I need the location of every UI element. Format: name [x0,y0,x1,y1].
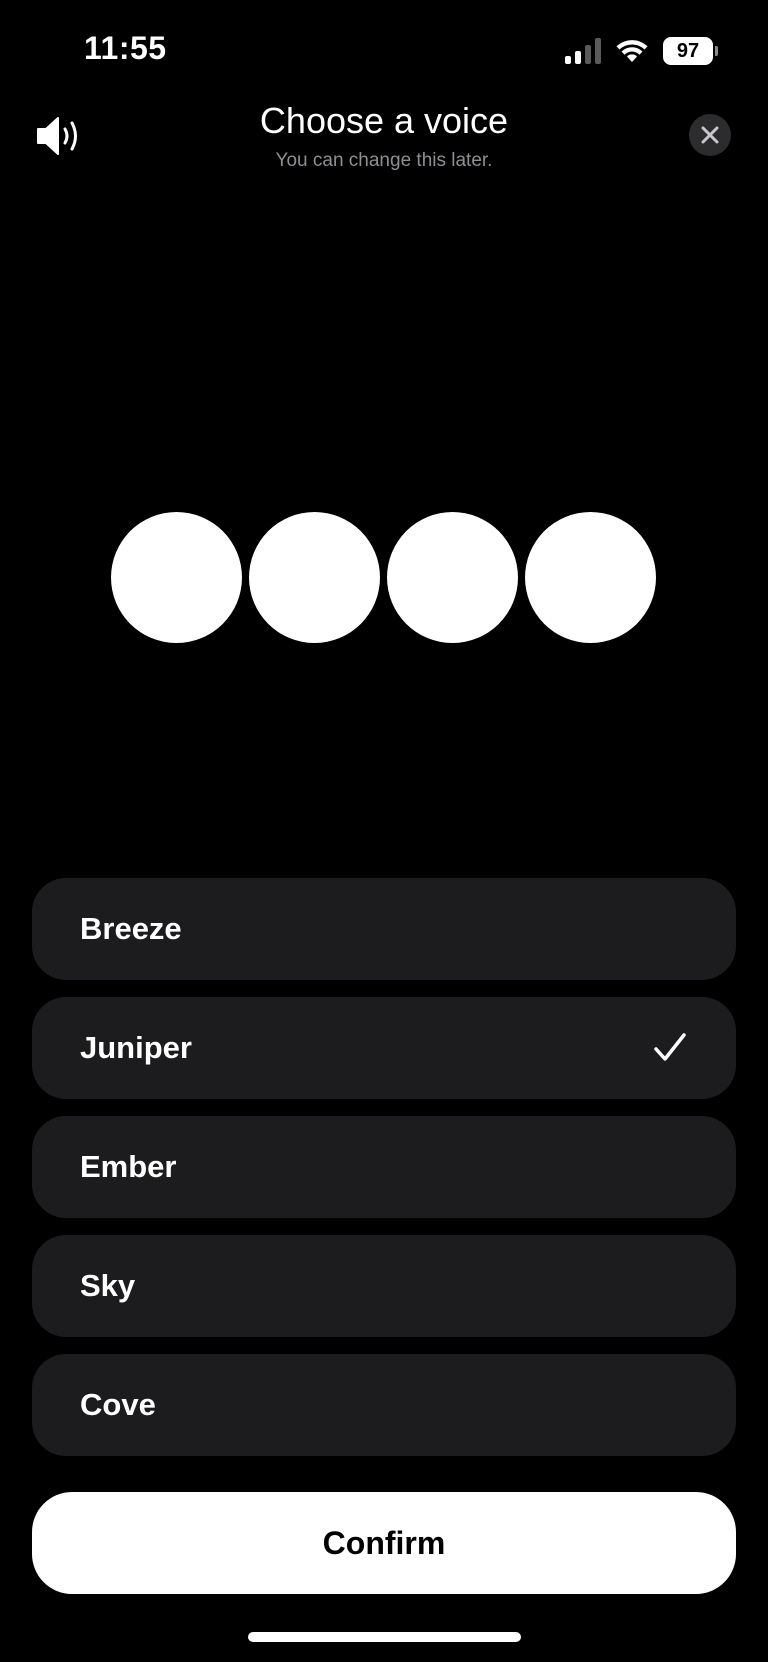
visualizer-circle [111,512,242,643]
visualizer-circle [525,512,656,643]
cellular-signal-icon [565,38,601,64]
home-indicator[interactable] [248,1632,521,1642]
voice-option-breeze[interactable]: Breeze [32,878,736,980]
status-time: 11:55 [84,30,167,66]
voice-option-label: Sky [80,1268,136,1303]
battery-icon: 97 [663,37,718,65]
voice-option-cove[interactable]: Cove [32,1354,736,1456]
voice-picker-screen: 11:55 97 Choose a voice You can change t… [0,0,768,1662]
checkmark-icon [654,1033,686,1061]
battery-level: 97 [663,37,713,65]
voice-visualizer [111,512,656,643]
visualizer-circle [249,512,380,643]
page-title: Choose a voice [259,100,509,141]
page-subtitle: You can change this later. [275,150,493,171]
voice-option-label: Ember [80,1149,177,1184]
voice-option-label: Juniper [80,1030,192,1065]
voice-list: Breeze Juniper Ember Sky Cove [32,878,736,1473]
voice-option-sky[interactable]: Sky [32,1235,736,1337]
voice-option-juniper[interactable]: Juniper [32,997,736,1099]
close-icon [701,126,719,144]
voice-option-label: Cove [80,1387,156,1422]
voice-option-label: Breeze [80,911,182,946]
voice-option-ember[interactable]: Ember [32,1116,736,1218]
status-indicators: 97 [565,34,718,68]
wifi-icon [615,38,649,64]
confirm-button[interactable]: Confirm [32,1492,736,1594]
visualizer-circle [387,512,518,643]
close-button[interactable] [689,114,731,156]
